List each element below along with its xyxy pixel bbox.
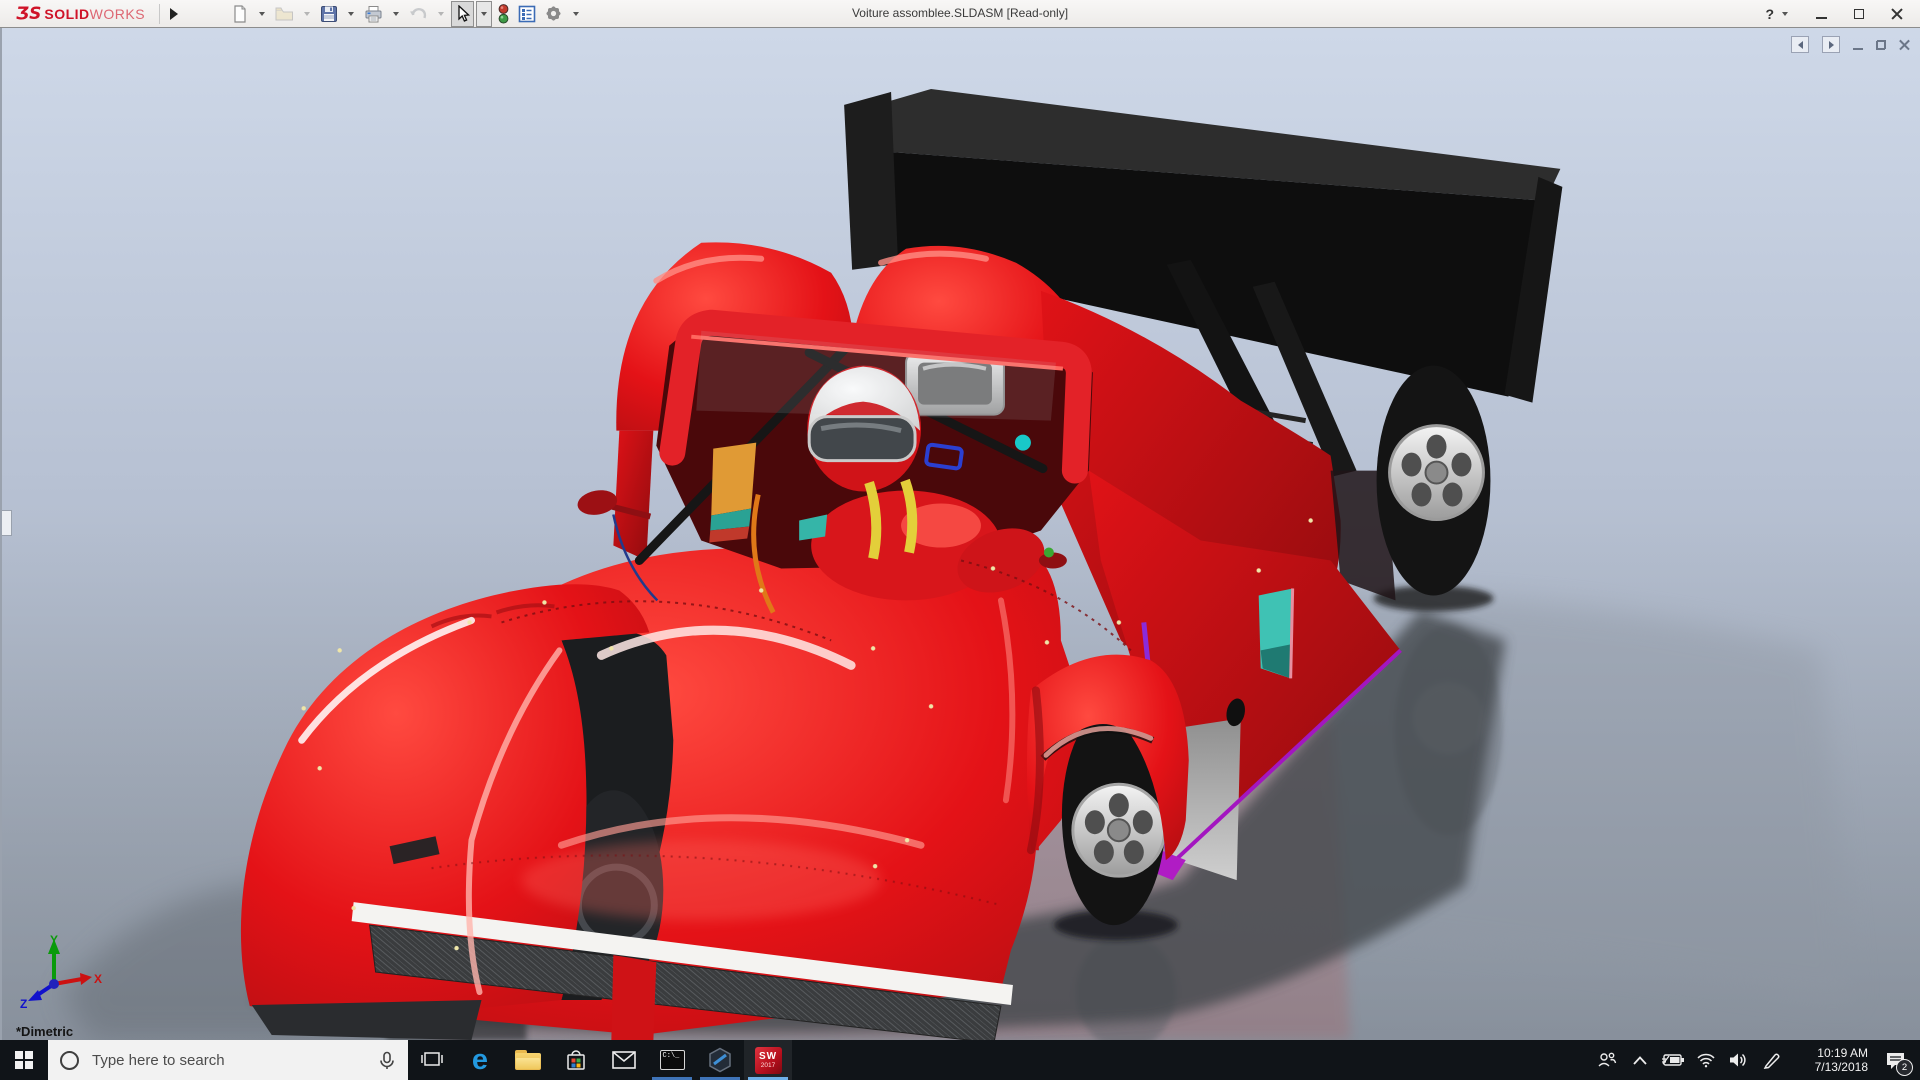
help-dropdown[interactable]: [1782, 11, 1788, 16]
volume-button[interactable]: [1722, 1040, 1755, 1080]
speaker-icon: [1730, 1053, 1746, 1067]
system-tray: 10:19 AM 7/13/2018 2: [1590, 1040, 1920, 1080]
battery-charging-icon: [1661, 1054, 1684, 1066]
solidworks-logo: ƷS SOLID WORKS: [0, 4, 155, 24]
taskbar-app-edge[interactable]: e: [456, 1040, 504, 1080]
edge-icon: e: [471, 1043, 489, 1076]
side-intake: [1258, 588, 1295, 679]
open-dropdown[interactable]: [299, 1, 315, 27]
options-dropdown[interactable]: [568, 1, 584, 27]
taskbar-app-store[interactable]: [552, 1040, 600, 1080]
tray-overflow-button[interactable]: [1623, 1040, 1656, 1080]
microphone-icon: [380, 1051, 394, 1069]
save-floppy-icon: [321, 5, 338, 22]
print-button[interactable]: [361, 1, 386, 27]
undo-button[interactable]: [406, 1, 431, 27]
print-dropdown[interactable]: [388, 1, 404, 27]
select-button[interactable]: [451, 0, 475, 27]
pen-button[interactable]: [1755, 1040, 1788, 1080]
display-settings-button[interactable]: [515, 1, 539, 27]
taskbar-app-file-explorer[interactable]: [504, 1040, 552, 1080]
doc-minimize-button[interactable]: [1853, 40, 1863, 50]
select-dropdown[interactable]: [476, 0, 493, 27]
document-window-controls: [1791, 36, 1910, 53]
gear-icon: [546, 6, 561, 21]
mail-icon: [612, 1051, 636, 1069]
action-center-button[interactable]: 2: [1874, 1040, 1916, 1080]
new-document-dropdown[interactable]: [254, 1, 270, 27]
taskbar-app-solidworks[interactable]: SW 2017: [744, 1040, 792, 1080]
quick-access-toolbar: [228, 0, 584, 27]
windows-taskbar: e C:\_: [0, 1040, 1920, 1080]
rear-wheel: [1376, 365, 1491, 596]
graphics-viewport: Y X Z *Dimetric: [0, 28, 1920, 1040]
open-button[interactable]: [272, 1, 297, 27]
microsoft-store-icon: [567, 1050, 585, 1070]
properties-list-icon: [518, 5, 536, 22]
solidworks-window: ƷS SOLID WORKS Voiture assomblee.SLDASM …: [0, 0, 1920, 1080]
view-orientation-label: *Dimetric: [16, 1024, 74, 1039]
orientation-triad: Y X Z: [20, 933, 102, 1010]
taskbar-clock[interactable]: 10:19 AM 7/13/2018: [1788, 1046, 1874, 1074]
doc-restore-button[interactable]: [1876, 39, 1886, 50]
collapsed-panel-tab[interactable]: [2, 510, 12, 536]
undo-arrow-icon: [410, 7, 427, 18]
search-input[interactable]: [90, 1050, 367, 1070]
titlebar: ƷS SOLID WORKS Voiture assomblee.SLDASM …: [0, 0, 1920, 28]
options-button[interactable]: [541, 1, 566, 27]
start-button[interactable]: [0, 1040, 48, 1080]
taskbar-search[interactable]: [48, 1040, 408, 1080]
command-prompt-icon: C:\_: [659, 1050, 685, 1070]
logo-glyph: ƷS: [16, 3, 42, 24]
axis-x-label: X: [94, 972, 102, 986]
show-left-pane-button[interactable]: [1791, 36, 1809, 53]
people-button[interactable]: [1590, 1040, 1623, 1080]
new-document-icon: [234, 4, 246, 23]
windows-logo-icon: [15, 1051, 33, 1069]
select-cursor-icon: [458, 4, 471, 22]
cortana-icon: [60, 1050, 79, 1070]
restore-button[interactable]: [1850, 5, 1868, 23]
traffic-light-icon: [498, 3, 509, 24]
print-icon: [365, 5, 382, 22]
divider: [159, 3, 161, 24]
chevron-up-icon: [1632, 1055, 1647, 1065]
axis-z-label: Z: [20, 997, 27, 1010]
tray-time: 10:19 AM: [1817, 1046, 1868, 1060]
pen-icon: [1763, 1053, 1780, 1069]
wifi-icon: [1696, 1053, 1715, 1067]
window-title: Voiture assomblee.SLDASM [Read-only]: [851, 6, 1069, 20]
save-button[interactable]: [317, 1, 341, 27]
hexagon-app-icon: [709, 1047, 731, 1073]
logo-solid: SOLID: [44, 5, 90, 22]
undo-dropdown[interactable]: [433, 1, 449, 27]
show-right-pane-button[interactable]: [1822, 36, 1840, 53]
minimize-button[interactable]: [1812, 5, 1830, 23]
tray-date: 7/13/2018: [1814, 1060, 1868, 1074]
battery-button[interactable]: [1656, 1040, 1689, 1080]
task-view-button[interactable]: [408, 1040, 456, 1080]
close-button[interactable]: [1888, 5, 1906, 23]
doc-close-button[interactable]: [1899, 39, 1910, 51]
race-car-model[interactable]: [2, 28, 1920, 1040]
help-button[interactable]: ?: [1765, 6, 1774, 22]
taskbar-app-command-prompt[interactable]: C:\_: [648, 1040, 696, 1080]
file-explorer-icon: [515, 1050, 541, 1070]
network-button[interactable]: [1689, 1040, 1722, 1080]
window-controls: ?: [1765, 5, 1920, 23]
notification-badge: 2: [1896, 1059, 1913, 1076]
people-icon: [1598, 1052, 1616, 1067]
menu-flyout-arrow-icon[interactable]: [170, 7, 179, 20]
taskbar-app-mail[interactable]: [600, 1040, 648, 1080]
open-folder-icon: [275, 7, 294, 20]
save-dropdown[interactable]: [343, 1, 359, 27]
solidworks-icon: SW 2017: [754, 1046, 782, 1074]
logo-works: WORKS: [89, 5, 146, 22]
task-view-icon: [421, 1052, 443, 1066]
new-document-button[interactable]: [228, 1, 252, 27]
taskbar-app-hexagon[interactable]: [696, 1040, 744, 1080]
axis-y-label: Y: [50, 933, 58, 947]
rebuild-button[interactable]: [494, 1, 513, 27]
